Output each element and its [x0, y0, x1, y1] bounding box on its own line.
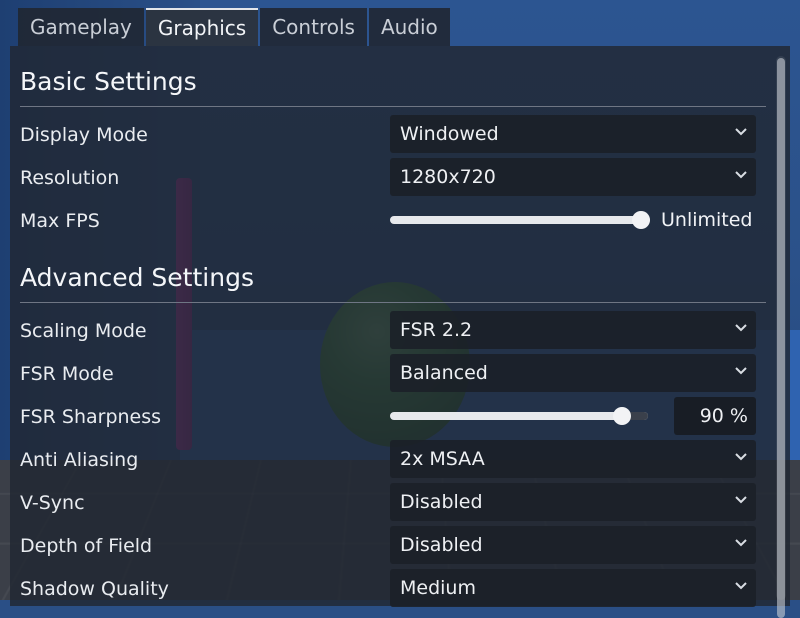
scaling-mode-value: FSR 2.2 — [400, 319, 473, 341]
display-mode-dropdown[interactable]: Windowed — [390, 115, 756, 153]
section-divider — [20, 302, 766, 303]
scrollbar-thumb[interactable] — [777, 58, 785, 618]
chevron-down-icon — [735, 367, 747, 375]
vsync-row: V-Sync Disabled — [20, 481, 766, 524]
resolution-row: Resolution 1280x720 — [20, 156, 766, 199]
display-mode-value: Windowed — [400, 123, 499, 145]
depth-of-field-label: Depth of Field — [20, 534, 153, 557]
display-mode-row: Display Mode Windowed — [20, 113, 766, 156]
shadow-quality-label: Shadow Quality — [20, 577, 169, 600]
anti-aliasing-dropdown[interactable]: 2x MSAA — [390, 440, 756, 478]
tab-graphics[interactable]: Graphics — [145, 8, 259, 46]
fsr-sharpness-spinbox[interactable]: 90 % — [674, 397, 756, 435]
fsr-sharpness-slider-thumb[interactable] — [613, 407, 631, 425]
chevron-down-icon — [735, 496, 747, 504]
scaling-mode-dropdown[interactable]: FSR 2.2 — [390, 311, 756, 349]
chevron-down-icon — [735, 453, 747, 461]
chevron-down-icon — [735, 324, 747, 332]
fsr-sharpness-row: FSR Sharpness 90 % — [20, 395, 766, 438]
max-fps-slider[interactable] — [390, 201, 650, 239]
resolution-value: 1280x720 — [400, 166, 496, 188]
graphics-settings-content: Basic Settings Display Mode Windowed Res… — [20, 60, 766, 610]
advanced-settings-title: Advanced Settings — [20, 263, 254, 292]
chevron-down-icon — [735, 171, 747, 179]
shadow-quality-value: Medium — [400, 577, 476, 599]
max-fps-label: Max FPS — [20, 209, 100, 232]
tab-gameplay[interactable]: Gameplay — [18, 8, 144, 46]
display-mode-label: Display Mode — [20, 123, 148, 146]
tab-controls[interactable]: Controls — [260, 8, 367, 46]
depth-of-field-row: Depth of Field Disabled — [20, 524, 766, 567]
vsync-dropdown[interactable]: Disabled — [390, 483, 756, 521]
chevron-down-icon — [735, 128, 747, 136]
fsr-sharpness-track[interactable] — [390, 407, 648, 425]
vsync-label: V-Sync — [20, 491, 85, 514]
shadow-quality-row: Shadow Quality Medium — [20, 567, 766, 610]
max-fps-slider-thumb[interactable] — [632, 211, 650, 229]
max-fps-value: Unlimited — [661, 209, 753, 231]
anti-aliasing-value: 2x MSAA — [400, 448, 485, 470]
resolution-label: Resolution — [20, 166, 120, 189]
scrollbar[interactable] — [776, 56, 786, 618]
scaling-mode-label: Scaling Mode — [20, 319, 147, 342]
resolution-dropdown[interactable]: 1280x720 — [390, 158, 756, 196]
fsr-mode-value: Balanced — [400, 362, 488, 384]
fsr-sharpness-label: FSR Sharpness — [20, 405, 162, 428]
fsr-mode-row: FSR Mode Balanced — [20, 352, 766, 395]
settings-tabs: Gameplay Graphics Controls Audio — [18, 8, 450, 46]
depth-of-field-value: Disabled — [400, 534, 483, 556]
basic-settings-title: Basic Settings — [20, 67, 197, 96]
max-fps-track[interactable] — [390, 211, 650, 229]
vsync-value: Disabled — [400, 491, 483, 513]
tab-audio[interactable]: Audio — [368, 8, 450, 46]
chevron-down-icon — [735, 539, 747, 547]
fsr-mode-dropdown[interactable]: Balanced — [390, 354, 756, 392]
max-fps-row: Max FPS Unlimited — [20, 199, 766, 242]
fsr-mode-label: FSR Mode — [20, 362, 114, 385]
depth-of-field-dropdown[interactable]: Disabled — [390, 526, 756, 564]
chevron-down-icon — [735, 582, 747, 590]
scaling-mode-row: Scaling Mode FSR 2.2 — [20, 309, 766, 352]
fsr-sharpness-slider[interactable] — [390, 397, 648, 435]
shadow-quality-dropdown[interactable]: Medium — [390, 569, 756, 607]
section-divider — [20, 106, 766, 107]
anti-aliasing-row: Anti Aliasing 2x MSAA — [20, 438, 766, 481]
anti-aliasing-label: Anti Aliasing — [20, 448, 139, 471]
